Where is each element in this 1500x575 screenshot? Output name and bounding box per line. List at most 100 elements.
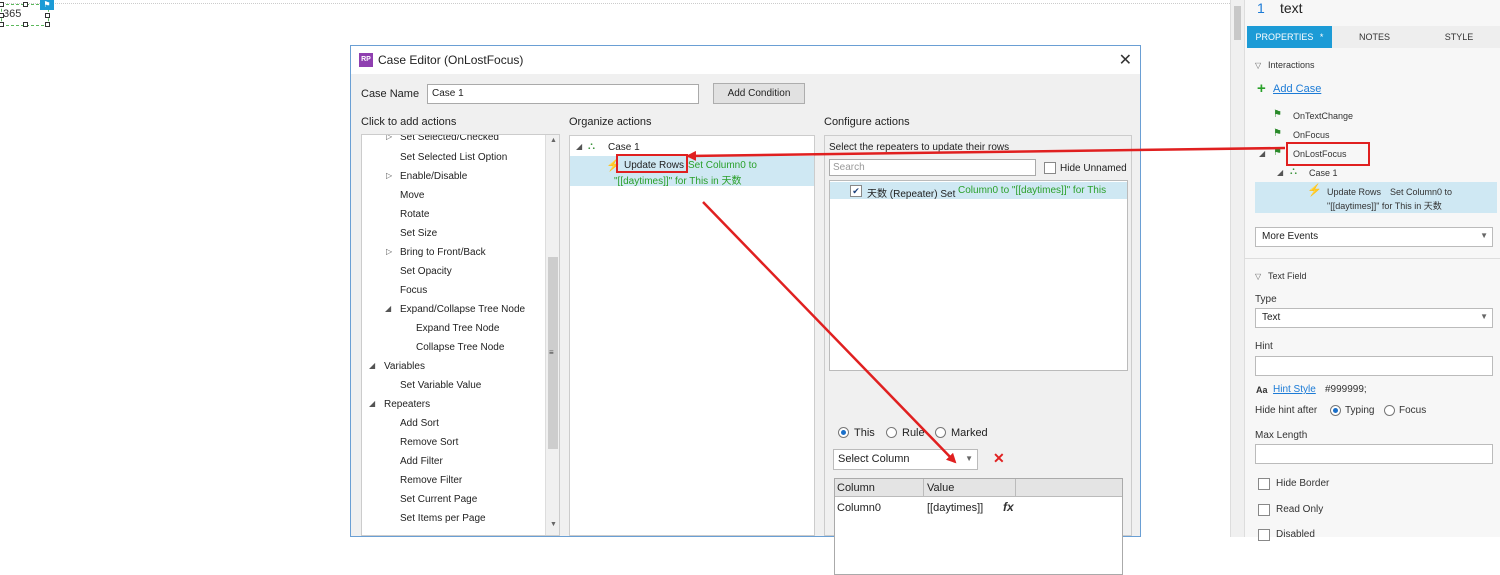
collapse-chevron-icon[interactable]: ▽	[1255, 272, 1261, 281]
close-icon[interactable]: ✕	[1119, 50, 1132, 70]
expand-triangle-icon[interactable]: ▷	[386, 135, 392, 141]
resize-handle[interactable]	[45, 13, 50, 18]
action-set-selected-checked[interactable]: Set Selected/Checked	[400, 135, 499, 143]
tab-style[interactable]: STYLE	[1417, 26, 1500, 48]
action-bring-to-front-back[interactable]: Bring to Front/Back	[400, 247, 486, 258]
expand-triangle-icon[interactable]: ▷	[386, 247, 392, 256]
resize-handle[interactable]	[0, 22, 4, 27]
action-move[interactable]: Move	[400, 190, 424, 201]
action-set-items-per-page[interactable]: Set Items per Page	[400, 513, 486, 524]
radio-rule[interactable]	[886, 427, 897, 438]
action-set-variable-value[interactable]: Set Variable Value	[400, 380, 481, 391]
action-focus[interactable]: Focus	[400, 285, 427, 296]
radio-this[interactable]	[838, 427, 849, 438]
tab-notes[interactable]: NOTES	[1332, 26, 1417, 48]
add-icon[interactable]: +	[1257, 80, 1266, 97]
radio-typing[interactable]	[1330, 405, 1341, 416]
action-remove-filter[interactable]: Remove Filter	[400, 475, 462, 486]
column-value-table: Column Value Column0 [[daytimes]] fx	[834, 478, 1123, 575]
action-add-sort[interactable]: Add Sort	[400, 418, 439, 429]
hint-label: Hint	[1255, 341, 1273, 352]
fx-icon[interactable]: fx	[1003, 500, 1014, 514]
annotation-box	[616, 154, 688, 173]
repeater-list: ✔ 天数 (Repeater) Set Column0 to "[[daytim…	[829, 180, 1128, 371]
col-divider	[1015, 479, 1016, 497]
actions-scrollbar[interactable]: ▲ ≡ ▼	[545, 135, 559, 535]
hint-style-icon: Aa	[1256, 385, 1268, 395]
canvas-scrollbar[interactable]	[1230, 0, 1244, 537]
resize-handle[interactable]	[23, 22, 28, 27]
search-input[interactable]: Search	[829, 159, 1036, 176]
scroll-down-icon[interactable]: ▼	[550, 521, 557, 528]
action-add-filter[interactable]: Add Filter	[400, 456, 443, 467]
action-collapse-tree-node[interactable]: Collapse Tree Node	[416, 342, 504, 353]
case-name-input[interactable]: Case 1	[427, 84, 699, 104]
select-column-dropdown[interactable]: Select Column ▼	[833, 449, 978, 470]
chevron-down-icon: ▼	[1480, 231, 1488, 240]
hide-border-checkbox[interactable]	[1258, 478, 1270, 490]
resize-handle[interactable]	[45, 22, 50, 27]
collapse-chevron-icon[interactable]: ▽	[1255, 61, 1261, 70]
organize-case[interactable]: Case 1	[608, 142, 640, 153]
action-expand-tree-node[interactable]: Expand Tree Node	[416, 323, 499, 334]
dialog-title: Case Editor (OnLostFocus)	[378, 53, 524, 67]
expand-triangle-icon[interactable]: ▷	[386, 171, 392, 180]
collapse-triangle-icon[interactable]: ◢	[369, 361, 375, 370]
action-set-size[interactable]: Set Size	[400, 228, 437, 239]
hide-hint-after-label: Hide hint after	[1255, 405, 1318, 416]
type-dropdown[interactable]: Text ▼	[1255, 308, 1493, 328]
read-only-label: Read Only	[1276, 504, 1324, 515]
select-column-label: Select Column	[838, 453, 910, 465]
typing-label: Typing	[1345, 405, 1375, 416]
collapse-triangle-icon[interactable]: ◢	[1277, 168, 1283, 177]
action-set-current-page[interactable]: Set Current Page	[400, 494, 477, 505]
hide-unnamed-label: Hide Unnamed	[1060, 163, 1127, 174]
collapse-triangle-icon[interactable]: ◢	[385, 304, 391, 313]
radio-focus[interactable]	[1384, 405, 1395, 416]
resize-handle[interactable]	[0, 2, 4, 7]
collapse-triangle-icon[interactable]: ◢	[369, 399, 375, 408]
disabled-checkbox[interactable]	[1258, 529, 1270, 541]
table-cell-value[interactable]: [[daytimes]]	[927, 502, 983, 514]
annotation-box	[1286, 142, 1370, 166]
repeater-checkbox[interactable]: ✔	[850, 185, 862, 197]
add-case-link[interactable]: Add Case	[1273, 83, 1321, 95]
action-set-selected-list-option[interactable]: Set Selected List Option	[400, 152, 507, 163]
event-ontextchange[interactable]: OnTextChange	[1293, 111, 1353, 121]
widget-flag-icon: ⚑	[40, 0, 54, 10]
hide-unnamed-checkbox[interactable]	[1044, 162, 1056, 174]
hint-style-link[interactable]: Hint Style	[1273, 384, 1316, 395]
case-name-label: Case Name	[361, 88, 420, 100]
widget-name[interactable]: text	[1280, 0, 1303, 16]
hint-input[interactable]	[1255, 356, 1493, 376]
scroll-thumb[interactable]	[1234, 6, 1241, 40]
lightning-icon: ⚡	[1307, 183, 1322, 197]
table-header	[835, 479, 1122, 497]
action-rotate[interactable]: Rotate	[400, 209, 429, 220]
repeater-name: 天数 (Repeater) Set	[867, 189, 956, 200]
max-length-input[interactable]	[1255, 444, 1493, 464]
event-onfocus[interactable]: OnFocus	[1293, 130, 1330, 140]
action-enable-disable[interactable]: Enable/Disable	[400, 171, 467, 182]
more-events-dropdown[interactable]: More Events ▼	[1255, 227, 1493, 247]
group-variables[interactable]: Variables	[384, 361, 425, 372]
collapse-triangle-icon[interactable]: ◢	[576, 142, 582, 151]
configure-instruction: Select the repeaters to update their row…	[829, 142, 1010, 153]
group-repeaters[interactable]: Repeaters	[384, 399, 430, 410]
collapse-triangle-icon[interactable]: ◢	[1259, 149, 1265, 158]
tab-properties[interactable]: PROPERTIES *	[1247, 26, 1332, 48]
radio-this-label: This	[854, 427, 875, 439]
read-only-checkbox[interactable]	[1258, 504, 1270, 516]
action-remove-sort[interactable]: Remove Sort	[400, 437, 458, 448]
table-cell-column[interactable]: Column0	[837, 502, 881, 514]
widget-text: 365	[3, 8, 22, 20]
panel-case[interactable]: Case 1	[1309, 168, 1338, 178]
chevron-down-icon: ▼	[965, 454, 973, 463]
radio-marked[interactable]	[935, 427, 946, 438]
action-set-opacity[interactable]: Set Opacity	[400, 266, 452, 277]
delete-icon[interactable]: ✕	[993, 450, 1005, 467]
scroll-up-icon[interactable]: ▲	[550, 137, 557, 144]
add-condition-button[interactable]: Add Condition	[713, 83, 805, 104]
action-expand-collapse-tree-node[interactable]: Expand/Collapse Tree Node	[400, 304, 525, 315]
resize-handle[interactable]	[23, 2, 28, 7]
